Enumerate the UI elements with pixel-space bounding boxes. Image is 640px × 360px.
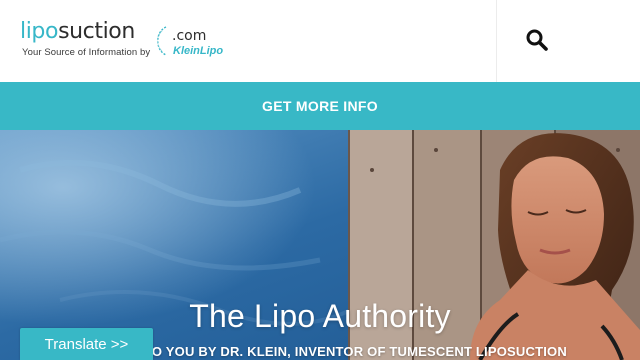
site-logo[interactable]: liposuction Your Source of Information b… [20, 18, 250, 64]
logo-tagline: Your Source of Information by [22, 47, 151, 58]
header-divider [496, 0, 497, 82]
search-icon [526, 29, 548, 51]
logo-wordmark: liposuction [20, 18, 135, 46]
logo-swirl-icon [157, 26, 167, 56]
cta-label: GET MORE INFO [262, 98, 378, 114]
hero-banner: The Lipo Authority BROUGHT TO YOU BY DR.… [0, 130, 640, 360]
logo-partner-name: KleinLipo [173, 45, 224, 57]
logo-word-suction: suction [58, 19, 135, 44]
search-button[interactable] [518, 24, 556, 56]
translate-label: Translate >> [44, 335, 129, 353]
translate-button[interactable]: Translate >> [20, 328, 153, 360]
get-more-info-button[interactable]: GET MORE INFO [0, 82, 640, 130]
logo-word-lipo: lipo [20, 19, 59, 44]
site-header: liposuction Your Source of Information b… [0, 0, 640, 82]
logo-dot-com: .com [172, 28, 207, 44]
